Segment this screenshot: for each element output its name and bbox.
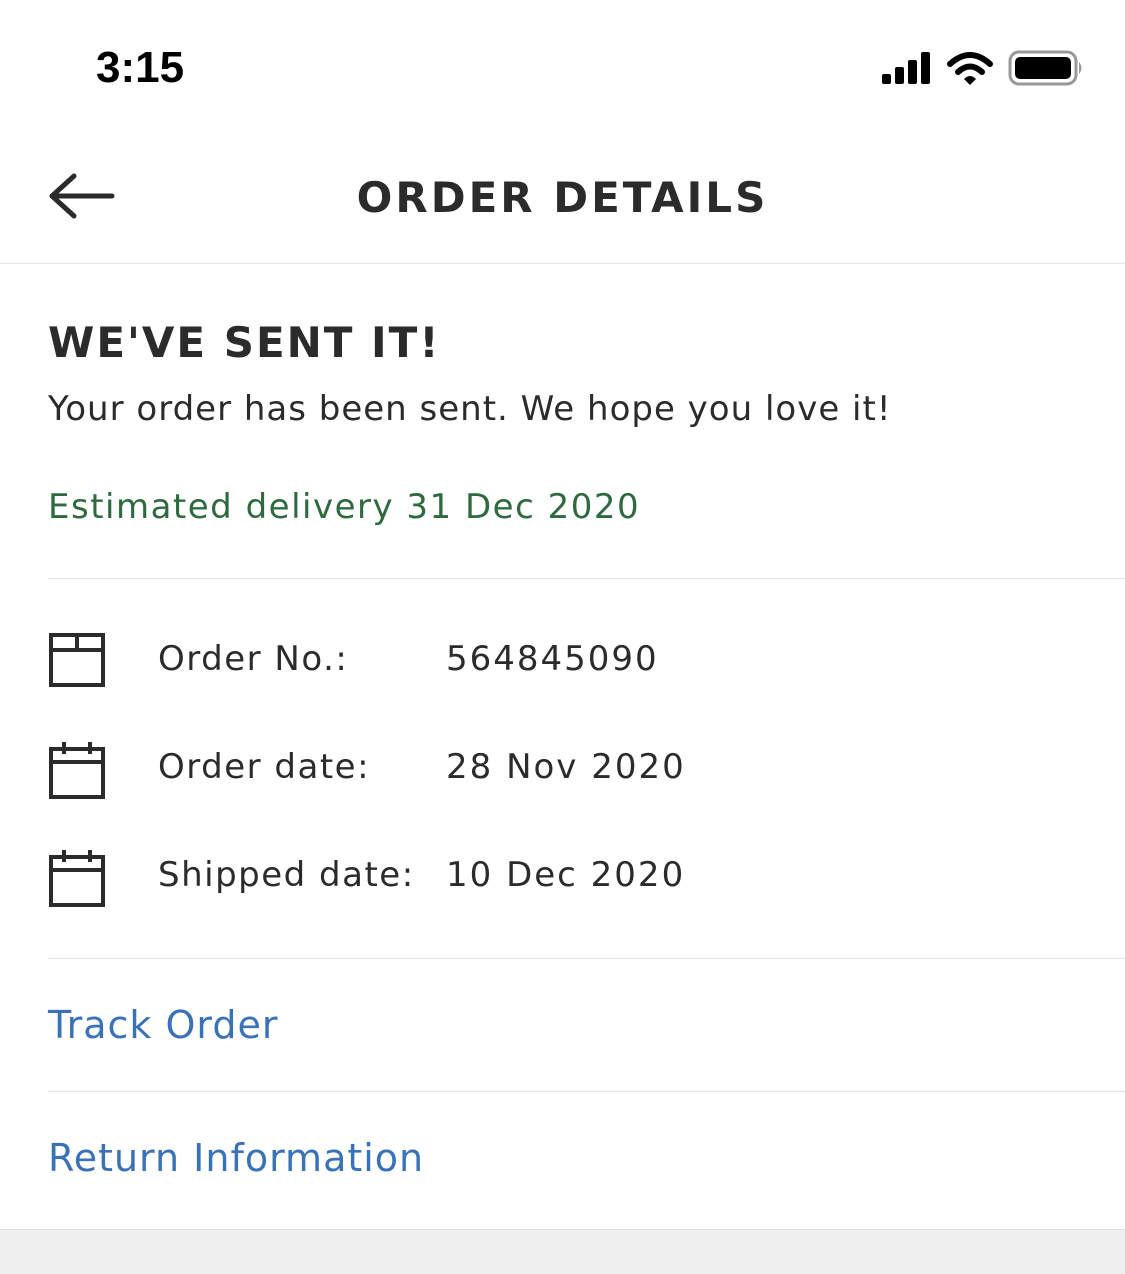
- order-date-row: Order date: 28 Nov 2020: [48, 734, 1048, 804]
- wifi-icon: [947, 52, 993, 85]
- divider: [48, 958, 1125, 959]
- status-time: 3:15: [96, 43, 185, 92]
- status-bar: 3:15: [0, 0, 1125, 130]
- order-status-message: Your order has been sent. We hope you lo…: [48, 389, 892, 429]
- shipped-date-label: Shipped date:: [158, 855, 415, 895]
- nav-bar: ORDER DETAILS: [0, 140, 1125, 264]
- divider: [48, 1091, 1125, 1092]
- order-number-row: Order No.: 564845090: [48, 626, 1048, 696]
- order-date-value: 28 Nov 2020: [446, 747, 686, 787]
- order-number-label: Order No.:: [158, 639, 349, 679]
- shipped-date-value: 10 Dec 2020: [446, 855, 686, 895]
- estimated-delivery: Estimated delivery 31 Dec 2020: [48, 487, 641, 527]
- shipped-date-row: Shipped date: 10 Dec 2020: [48, 842, 1048, 912]
- track-order-link[interactable]: Track Order: [48, 998, 279, 1052]
- battery-icon: [1008, 50, 1082, 86]
- calendar-icon: [49, 742, 105, 799]
- order-number-value: 564845090: [446, 639, 659, 679]
- return-information-link[interactable]: Return Information: [48, 1131, 424, 1185]
- order-status-heading: WE'VE SENT IT!: [48, 318, 441, 367]
- calendar-icon: [49, 850, 105, 907]
- box-icon: [49, 633, 105, 687]
- footer-band: [0, 1229, 1125, 1274]
- page-title: ORDER DETAILS: [356, 173, 769, 222]
- order-date-label: Order date:: [158, 747, 371, 787]
- divider: [48, 578, 1125, 579]
- signal-icon: [882, 52, 930, 84]
